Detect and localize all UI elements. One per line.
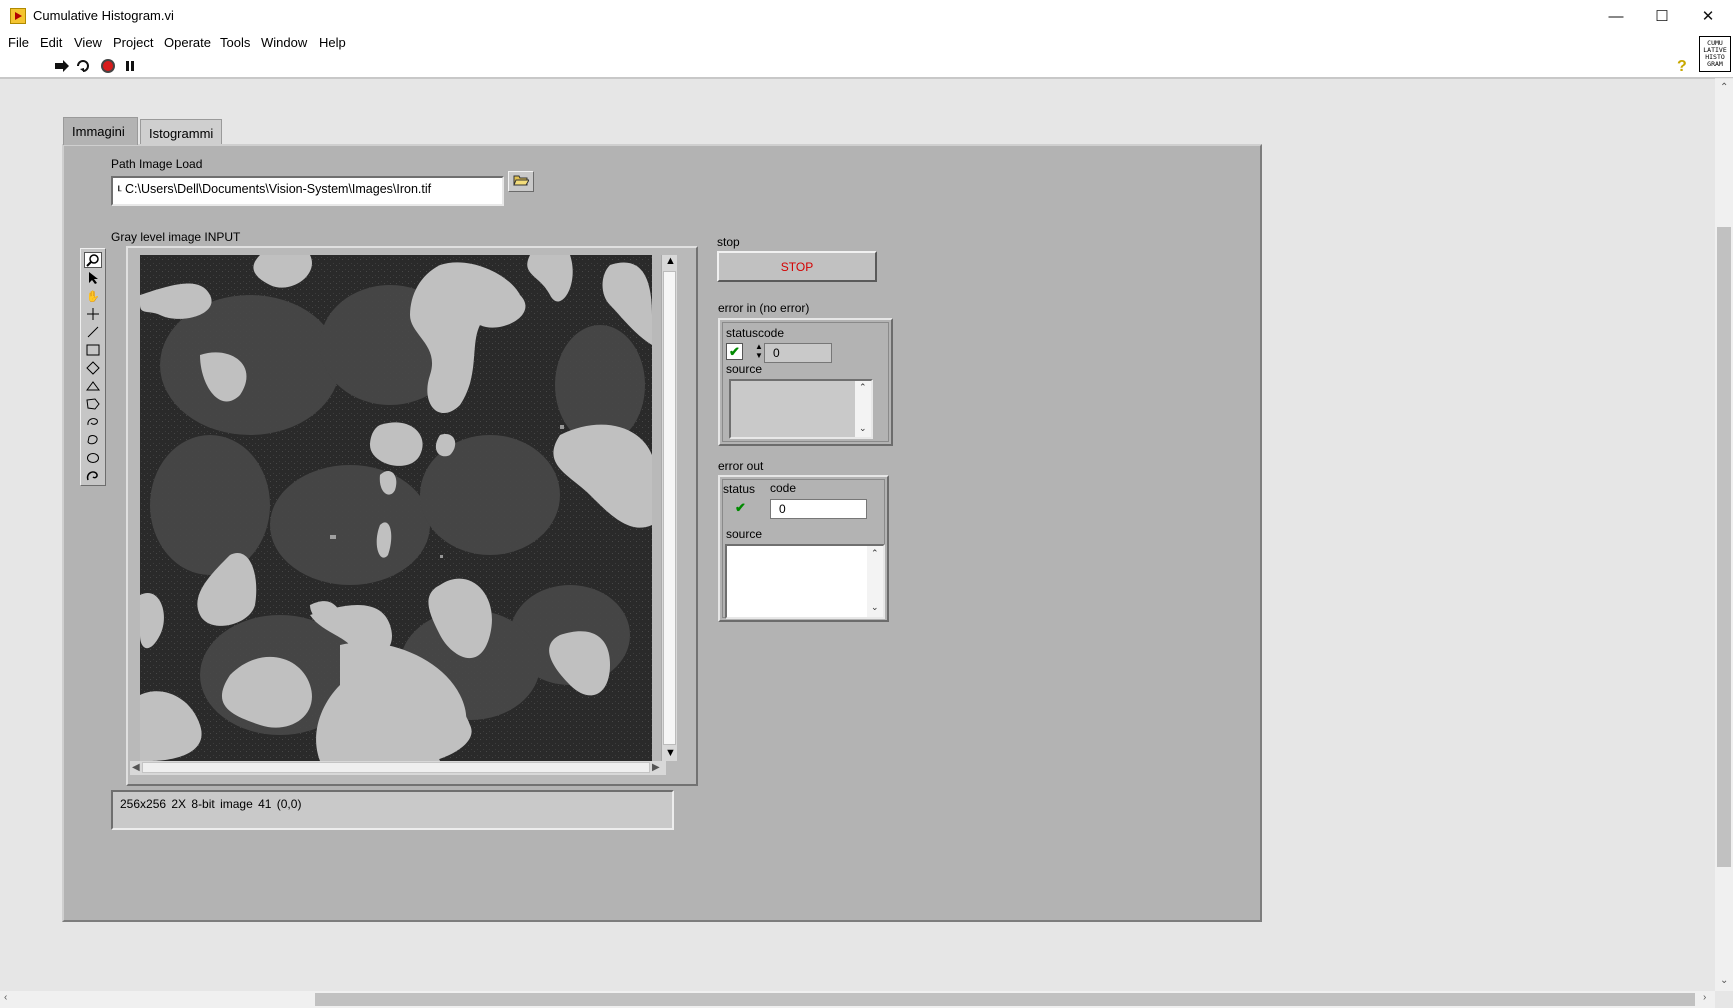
broken-line-icon[interactable]	[84, 468, 102, 484]
run-arrow-icon[interactable]	[54, 58, 70, 74]
separator	[0, 78, 1715, 79]
window-hscroll-thumb[interactable]	[315, 993, 1695, 1006]
menu-tools[interactable]: Tools	[220, 35, 250, 50]
error-out-label: error out	[718, 459, 764, 473]
window-horizontal-scrollbar[interactable]: ‹ ›	[0, 991, 1715, 1008]
check-icon: ✔	[735, 499, 746, 515]
image-status-bar: 256x256 2X 8-bit image 41 (0,0)	[111, 790, 674, 830]
run-continuously-icon[interactable]	[75, 58, 91, 74]
close-button[interactable]: ✕	[1685, 0, 1731, 32]
menu-bar: File Edit View Project Operate Tools Win…	[0, 32, 1733, 54]
pause-icon[interactable]	[122, 58, 138, 74]
window-title: Cumulative Histogram.vi	[33, 8, 174, 23]
error-out-status-indicator: ✔	[732, 499, 749, 516]
browse-button[interactable]	[508, 171, 534, 192]
error-out-status-label: status	[723, 482, 756, 496]
oval-icon[interactable]	[84, 450, 102, 466]
pointer-icon[interactable]	[84, 270, 102, 286]
menu-window[interactable]: Window	[261, 35, 307, 50]
free-region-icon[interactable]	[84, 432, 102, 448]
window-vertical-scrollbar[interactable]: ⌃ ⌄	[1715, 79, 1733, 991]
image-hscroll-thumb[interactable]	[142, 762, 650, 773]
menu-help[interactable]: Help	[319, 35, 346, 50]
vi-connector-icon[interactable]: CUMU LATIVE HISTO GRAM	[1699, 36, 1731, 72]
micrograph-image	[140, 255, 652, 761]
error-out-cluster: status code ✔ 0 source ⌃ ⌄	[718, 475, 889, 622]
rotated-rectangle-icon[interactable]	[84, 360, 102, 376]
check-icon: ✔	[729, 343, 740, 359]
scroll-down-icon[interactable]: ⌄	[871, 602, 879, 613]
zoom-icon[interactable]	[84, 252, 102, 268]
context-help-icon[interactable]: ?	[1677, 58, 1687, 76]
scroll-up-icon[interactable]: ▲	[665, 255, 676, 267]
scroll-left-icon[interactable]: ◀	[132, 762, 140, 773]
error-in-label: error in (no error)	[718, 301, 810, 315]
scroll-left-icon[interactable]: ‹	[4, 992, 7, 1003]
line-icon[interactable]	[84, 324, 102, 340]
scroll-right-icon[interactable]: ›	[1703, 992, 1706, 1003]
pan-icon[interactable]: ✋	[84, 288, 102, 304]
scroll-up-icon[interactable]: ⌃	[871, 548, 879, 559]
error-in-cluster: status code ✔ ▲ ▼ 0 source ⌃ ⌄	[718, 318, 893, 446]
error-in-status-checkbox[interactable]: ✔	[726, 343, 743, 360]
path-type-icon: ┖	[116, 186, 122, 196]
scroll-right-icon[interactable]: ▶	[652, 762, 660, 773]
menu-view[interactable]: View	[74, 35, 102, 50]
error-in-source-label: source	[726, 362, 763, 376]
error-out-source-label: source	[726, 527, 763, 541]
title-bar: Cumulative Histogram.vi — ☐ ✕	[0, 0, 1733, 32]
polygon-icon[interactable]	[84, 396, 102, 412]
scroll-up-icon[interactable]: ⌃	[1720, 82, 1728, 93]
error-out-source-field: ⌃ ⌄	[725, 544, 885, 619]
freehand-icon[interactable]	[84, 414, 102, 430]
error-in-status-label: status	[726, 326, 759, 340]
path-label: Path Image Load	[111, 157, 203, 171]
labview-vi-icon	[10, 8, 26, 24]
maximize-button[interactable]: ☐	[1639, 0, 1685, 32]
toolbar: ?	[0, 54, 1733, 78]
menu-file[interactable]: File	[8, 35, 29, 50]
error-in-code-label: code	[758, 326, 785, 340]
error-in-source-field[interactable]: ⌃ ⌄	[729, 379, 873, 439]
scroll-up-icon[interactable]: ⌃	[859, 382, 867, 393]
scroll-down-icon[interactable]: ⌄	[1720, 975, 1728, 986]
rectangle-icon[interactable]	[84, 342, 102, 358]
minimize-button[interactable]: —	[1593, 0, 1639, 32]
image-display-label: Gray level image INPUT	[111, 230, 241, 244]
image-canvas[interactable]	[140, 255, 652, 761]
menu-edit[interactable]: Edit	[40, 35, 62, 50]
error-in-code-field[interactable]: 0	[764, 343, 832, 363]
menu-project[interactable]: Project	[113, 35, 153, 50]
menu-operate[interactable]: Operate	[164, 35, 211, 50]
window-vscroll-thumb[interactable]	[1717, 227, 1731, 867]
folder-open-icon	[513, 174, 530, 189]
image-horizontal-scrollbar[interactable]: ◀ ▶	[130, 761, 666, 775]
error-in-code-increment-icon[interactable]: ▲ ▼	[755, 342, 763, 360]
error-in-source-scrollbar[interactable]: ⌃ ⌄	[855, 381, 871, 437]
abort-icon[interactable]	[100, 58, 116, 74]
vi-icon-text: CUMU LATIVE HISTO GRAM	[1703, 39, 1727, 68]
stop-label: stop	[717, 235, 740, 249]
error-out-source-scrollbar[interactable]: ⌃ ⌄	[867, 546, 883, 617]
error-out-code-label: code	[770, 481, 797, 495]
annulus-icon[interactable]	[84, 378, 102, 394]
scroll-down-icon[interactable]: ▼	[665, 747, 676, 759]
image-vscroll-thumb[interactable]	[663, 271, 676, 745]
scroll-down-icon[interactable]: ⌄	[859, 423, 867, 434]
path-value: C:\Users\Dell\Documents\Vision-System\Im…	[125, 182, 432, 196]
tab-istogrammi[interactable]: Istogrammi	[140, 119, 222, 145]
stop-button[interactable]: STOP	[717, 251, 877, 282]
tab-immagini[interactable]: Immagini	[63, 117, 138, 145]
error-out-code-field: 0	[770, 499, 867, 519]
crosshair-icon[interactable]	[84, 306, 102, 322]
image-vertical-scrollbar[interactable]: ▲ ▼	[661, 255, 677, 761]
image-tools-palette: ✋	[80, 248, 106, 486]
path-input[interactable]: ┖ C:\Users\Dell\Documents\Vision-System\…	[111, 176, 504, 206]
